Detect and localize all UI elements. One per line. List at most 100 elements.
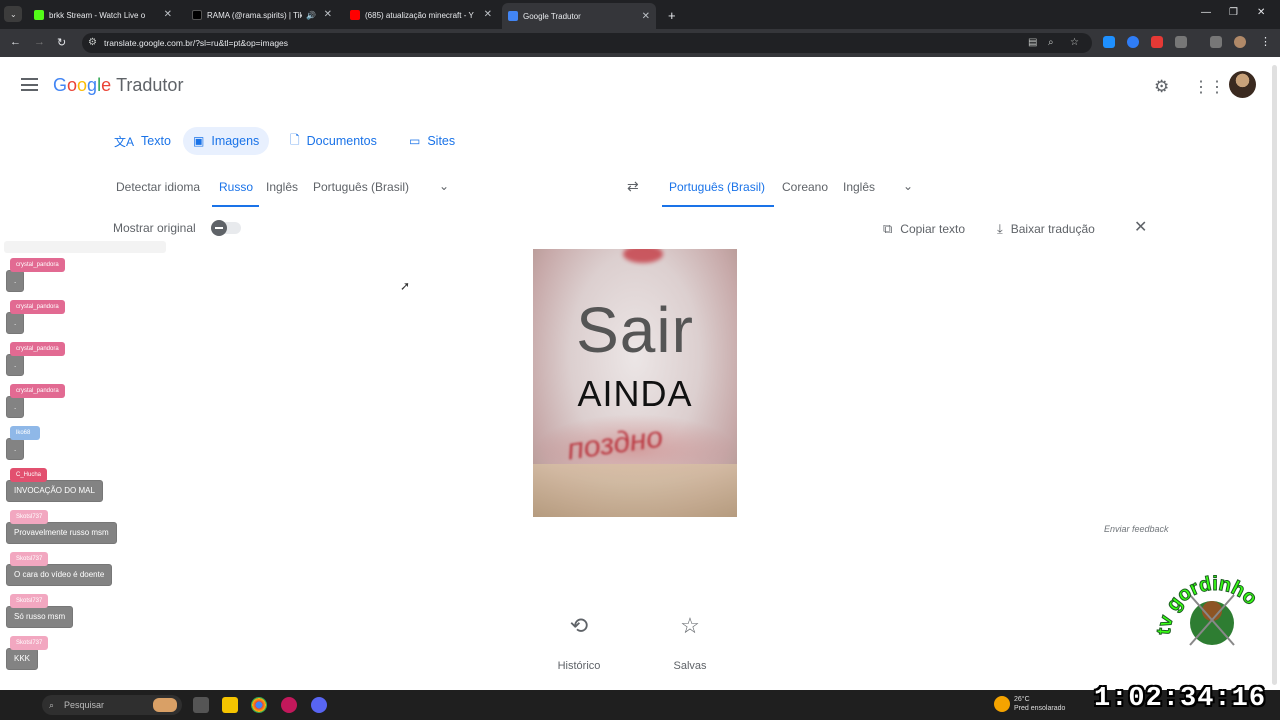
copy-icon: ⧉ <box>883 221 893 236</box>
file-explorer-icon[interactable] <box>222 697 238 713</box>
forward-icon[interactable]: → <box>34 36 45 48</box>
browser-tab[interactable]: RAMA (@rama.spirits) | Tik 🔊 ✕ <box>186 4 338 26</box>
button-label: Copiar texto <box>900 222 965 236</box>
weather-desc: Pred ensolarado <box>1014 705 1066 712</box>
chat-username: crystal_pandora <box>10 258 65 272</box>
google-translate-logo[interactable]: Google Tradutor <box>53 75 183 96</box>
minimize-icon[interactable]: — <box>1201 7 1211 18</box>
back-icon[interactable]: ← <box>10 36 21 48</box>
chat-text: . <box>6 396 25 418</box>
tab-search-button[interactable]: ⌄ <box>4 6 22 22</box>
browser-tab-active[interactable]: Google Tradutor ✕ <box>502 3 656 29</box>
target-lang-korean[interactable]: Coreano <box>782 180 828 194</box>
show-original-toggle[interactable] <box>211 220 241 236</box>
close-icon[interactable]: ✕ <box>642 11 650 22</box>
image-text-line: AINDA <box>577 373 693 414</box>
extensions-puzzle-icon[interactable] <box>1175 36 1187 48</box>
site-info-icon[interactable]: ⚙ <box>88 37 97 48</box>
chat-text: O cara do vídeo é doente <box>6 564 113 586</box>
logo-letter: o <box>77 75 88 95</box>
windows-taskbar: ⌕ Pesquisar 26°C Pred ensolarado <box>0 690 1280 720</box>
chevron-down-icon[interactable]: ⌄ <box>439 179 449 193</box>
extension-icon[interactable] <box>1127 36 1139 48</box>
app-icon[interactable] <box>281 697 297 713</box>
source-lang-english[interactable]: Inglês <box>266 180 298 194</box>
task-view-icon[interactable] <box>193 697 209 713</box>
close-icon[interactable]: ✕ <box>324 9 332 20</box>
stream-timer: 1:02:34:16 <box>1094 684 1267 714</box>
tab-title: (685) atualização minecraft - Y <box>365 10 474 20</box>
tab-title: brkk Stream - Watch Live o <box>49 10 146 20</box>
translate-page: Google Tradutor ⚙ ⋮⋮⋮ 文A Texto ▣ Imagens 🗋 D… <box>0 57 1280 690</box>
button-label: Baixar tradução <box>1010 222 1095 236</box>
extension-icon[interactable] <box>1151 36 1163 48</box>
address-toolbar: ← → ↻ ⚙ translate.google.com.br/?sl=ru&t… <box>0 29 1280 57</box>
address-bar[interactable]: ⚙ translate.google.com.br/?sl=ru&tl=pt&o… <box>82 33 1092 53</box>
tab-texto[interactable]: 文A Texto <box>104 127 181 155</box>
download-translation-button[interactable]: ⤓ Baixar tradução <box>997 221 1095 237</box>
swap-languages-icon[interactable]: ⇄ <box>627 178 639 195</box>
chat-username: lko68 <box>10 426 40 440</box>
target-lang-english[interactable]: Inglês <box>843 180 875 194</box>
chat-text: Provavelmente russo msm <box>6 522 117 544</box>
tab-sites[interactable]: ▭ Sites <box>399 127 465 155</box>
tab-label: Documentos <box>306 134 377 148</box>
browser-tab-bar: ⌄ brkk Stream - Watch Live o ✕ RAMA (@ra… <box>0 0 1280 29</box>
close-icon[interactable]: ✕ <box>1134 217 1147 237</box>
close-window-icon[interactable]: ✕ <box>1257 7 1265 18</box>
weather-widget[interactable]: 26°C Pred ensolarado <box>1014 695 1065 713</box>
document-icon: 🗋 <box>290 132 300 147</box>
search-highlight-icon <box>153 698 177 712</box>
copy-text-button[interactable]: ⧉ Copiar texto <box>883 221 965 237</box>
tab-imagens[interactable]: ▣ Imagens <box>183 127 270 155</box>
source-lang-portuguese[interactable]: Português (Brasil) <box>313 180 409 194</box>
history-icon: ⟲ <box>569 613 589 638</box>
zoom-icon[interactable]: ⌕ <box>1048 37 1054 48</box>
tiktok-icon <box>192 10 202 20</box>
main-menu-icon[interactable] <box>21 78 38 91</box>
bookmark-star-icon[interactable]: ☆ <box>1070 37 1079 48</box>
extension-icon[interactable] <box>1103 36 1115 48</box>
new-tab-button[interactable]: + <box>662 4 676 26</box>
browser-tab[interactable]: brkk Stream - Watch Live o ✕ <box>28 4 178 26</box>
chevron-down-icon[interactable]: ⌄ <box>903 179 913 193</box>
source-lang-russian[interactable]: Russo <box>219 180 253 194</box>
search-icon: ⌕ <box>49 700 55 710</box>
chat-username: crystal_pandora <box>10 300 65 314</box>
tab-title: Google Tradutor <box>523 11 581 21</box>
taskbar-search[interactable]: ⌕ Pesquisar <box>42 695 182 715</box>
tab-documentos[interactable]: 🗋 Documentos <box>280 127 387 155</box>
source-lang-underline <box>212 205 259 207</box>
restore-icon[interactable]: ❐ <box>1229 7 1238 18</box>
logo-letter: G <box>53 75 68 95</box>
browser-tab[interactable]: (685) atualização minecraft - Y ✕ <box>344 4 498 26</box>
history-button[interactable]: ⟲ Histórico <box>549 613 609 672</box>
reload-icon[interactable]: ↻ <box>57 36 66 49</box>
close-icon[interactable]: ✕ <box>164 9 172 20</box>
account-avatar[interactable] <box>1229 71 1256 98</box>
chrome-icon[interactable] <box>251 697 267 713</box>
settings-gear-icon[interactable]: ⚙ <box>1154 77 1169 97</box>
channel-watermark: tv gordinho <box>1152 572 1262 646</box>
speaker-icon[interactable]: 🔊 <box>306 11 316 20</box>
chat-username: Skotsl737 <box>10 510 49 524</box>
download-icon: ⤓ <box>997 221 1003 236</box>
target-lang-portuguese[interactable]: Português (Brasil) <box>669 180 765 194</box>
saved-button[interactable]: ☆ Salvas <box>660 613 720 672</box>
kebab-menu-icon[interactable]: ⋮ <box>1260 35 1271 48</box>
tab-list-icon[interactable] <box>1210 36 1222 48</box>
send-feedback-link[interactable]: Enviar feedback <box>1104 524 1169 534</box>
close-icon[interactable]: ✕ <box>484 9 492 20</box>
show-original-label: Mostrar original <box>113 221 196 235</box>
translate-page-icon[interactable]: ▤ <box>1028 37 1037 48</box>
logo-letter: g <box>87 75 98 95</box>
chat-username: Skotsl737 <box>10 594 49 608</box>
image-red-smudge <box>623 249 663 263</box>
mouse-cursor-icon: ➚ <box>400 279 411 293</box>
discord-icon[interactable] <box>311 697 327 713</box>
translated-image: Sair AINDA поздно <box>533 249 737 517</box>
weather-sun-icon <box>994 696 1010 712</box>
source-lang-detect[interactable]: Detectar idioma <box>116 180 200 194</box>
chat-ghost-row <box>4 241 166 253</box>
profile-avatar[interactable] <box>1234 36 1246 48</box>
